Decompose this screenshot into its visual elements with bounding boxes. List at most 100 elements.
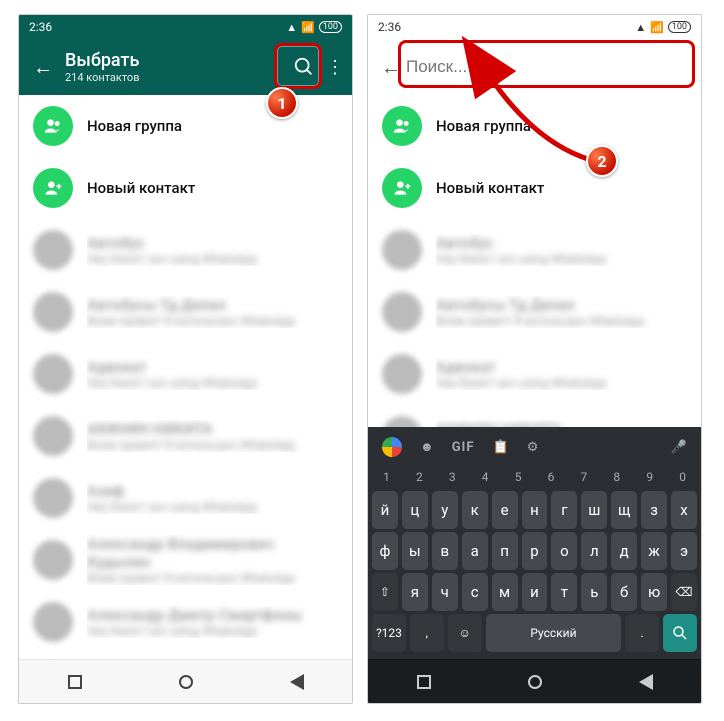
settings-icon[interactable]: ⚙: [527, 440, 539, 455]
key-letter[interactable]: в: [432, 532, 458, 570]
search-button[interactable]: [284, 47, 324, 87]
key-search[interactable]: [663, 614, 697, 652]
mic-icon[interactable]: 🎤: [671, 440, 687, 455]
key-letter[interactable]: а: [462, 532, 488, 570]
contact-row[interactable]: АдвокатHey there! I am using WhatsApp: [19, 343, 352, 405]
key-letter[interactable]: ш: [581, 491, 607, 529]
key-letter[interactable]: д: [611, 532, 637, 570]
key-letter[interactable]: л: [581, 532, 607, 570]
key-space[interactable]: Русский: [486, 614, 622, 652]
key-shift[interactable]: ⇧: [372, 573, 398, 611]
avatar: [33, 416, 73, 456]
row-subtitle: Всем привет! Я использую WhatsApp: [87, 438, 338, 452]
key-letter[interactable]: к: [462, 491, 488, 529]
key-letter[interactable]: й: [372, 491, 398, 529]
key-letter[interactable]: ч: [432, 573, 458, 611]
key-letter[interactable]: о: [551, 532, 577, 570]
contact-row[interactable]: АКИНИН НИКИТАВсем привет! Я использую Wh…: [19, 405, 352, 467]
key-letter[interactable]: ф: [372, 532, 398, 570]
contact-row[interactable]: Автобусы Тд ДепалВсем привет! Я использу…: [368, 281, 701, 343]
contact-row[interactable]: Александр Дмитр СмартфоныHey there! I am…: [19, 591, 352, 653]
row-subtitle: Hey there! I am using WhatsApp: [87, 500, 338, 514]
contact-row[interactable]: Автобусы Тд ДепалВсем привет! Я использу…: [19, 281, 352, 343]
avatar: [382, 292, 422, 332]
contact-row[interactable]: АзифHey there! I am using WhatsApp: [19, 467, 352, 529]
key-num[interactable]: 0: [668, 466, 697, 488]
nav-recent-icon[interactable]: [417, 675, 431, 689]
action-add-person[interactable]: Новый контакт: [368, 157, 701, 219]
keyboard[interactable]: ☻ GIF 📋 ⚙ 🎤 1234567890 йцукенгшщзх фывап…: [368, 427, 701, 659]
contact-row[interactable]: Александр Владимирович КудылинВсем приве…: [19, 529, 352, 591]
sticker-icon[interactable]: ☻: [420, 439, 434, 455]
key-num[interactable]: 5: [504, 466, 533, 488]
key-letter[interactable]: э: [671, 532, 697, 570]
row-title: Александр Дмитр Смартфоны: [87, 606, 338, 624]
key-symbols[interactable]: ?123: [372, 614, 406, 652]
key-letter[interactable]: н: [522, 491, 548, 529]
key-letter[interactable]: щ: [611, 491, 637, 529]
action-group[interactable]: Новая группа: [19, 95, 352, 157]
search-input[interactable]: [406, 57, 693, 77]
key-num[interactable]: 3: [438, 466, 467, 488]
key-backspace[interactable]: ⌫: [671, 573, 697, 611]
key-letter[interactable]: с: [462, 573, 488, 611]
key-num[interactable]: 4: [471, 466, 500, 488]
row-title: Новый контакт: [436, 179, 687, 197]
key-letter[interactable]: ы: [402, 532, 428, 570]
google-icon[interactable]: [382, 437, 402, 457]
key-letter[interactable]: п: [492, 532, 518, 570]
action-group[interactable]: Новая группа: [368, 95, 701, 157]
contact-row[interactable]: АКИНИН НИКИТАВсем привет! Я использую Wh…: [368, 405, 701, 427]
contact-row[interactable]: Александр Зеленский: [19, 653, 352, 659]
row-subtitle: Hey there! I am using WhatsApp: [87, 624, 338, 638]
more-icon[interactable]: ⋮: [324, 57, 346, 78]
status-bar: 2:36 ▲ 📶 100: [19, 15, 352, 39]
key-letter[interactable]: г: [551, 491, 577, 529]
signal-icon: 📶: [650, 21, 664, 34]
key-num[interactable]: 2: [405, 466, 434, 488]
key-num[interactable]: 8: [602, 466, 631, 488]
contact-row[interactable]: АдвокатHey there! I am using WhatsApp: [368, 343, 701, 405]
key-letter[interactable]: ю: [641, 573, 667, 611]
clipboard-icon[interactable]: 📋: [493, 440, 509, 455]
key-letter[interactable]: е: [492, 491, 518, 529]
key-num[interactable]: 6: [537, 466, 566, 488]
contact-row[interactable]: АвтобусHey there! I am using WhatsApp: [368, 219, 701, 281]
row-title: Автобусы Тд Депал: [87, 296, 338, 314]
nav-back-icon[interactable]: [290, 674, 304, 690]
key-period[interactable]: .: [625, 614, 659, 652]
contact-row[interactable]: АвтобусHey there! I am using WhatsApp: [19, 219, 352, 281]
key-letter[interactable]: у: [432, 491, 458, 529]
key-emoji[interactable]: ☺: [448, 614, 482, 652]
nav-home-icon[interactable]: [528, 675, 542, 689]
key-letter[interactable]: х: [671, 491, 697, 529]
nav-back-icon[interactable]: [639, 674, 653, 690]
back-icon[interactable]: ←: [29, 55, 57, 80]
status-time: 2:36: [378, 20, 401, 34]
nav-bar: [368, 659, 701, 703]
key-letter[interactable]: я: [402, 573, 428, 611]
key-letter[interactable]: и: [522, 573, 548, 611]
contact-list[interactable]: Новая группа Новый контакт АвтобусHey ther…: [368, 95, 701, 427]
action-add-person[interactable]: Новый контакт: [19, 157, 352, 219]
nav-recent-icon[interactable]: [68, 675, 82, 689]
contact-list[interactable]: Новая группаНовый контактАвтобусHey ther…: [19, 95, 352, 659]
nav-home-icon[interactable]: [179, 675, 193, 689]
key-num[interactable]: 1: [372, 466, 401, 488]
key-num[interactable]: 7: [569, 466, 598, 488]
key-letter[interactable]: ж: [641, 532, 667, 570]
group-icon: [382, 106, 422, 146]
key-letter[interactable]: з: [641, 491, 667, 529]
group-icon: [33, 106, 73, 146]
key-letter[interactable]: ц: [402, 491, 428, 529]
key-letter[interactable]: м: [492, 573, 518, 611]
add-person-icon: [382, 168, 422, 208]
key-letter[interactable]: р: [522, 532, 548, 570]
key-letter[interactable]: б: [611, 573, 637, 611]
key-num[interactable]: 9: [635, 466, 664, 488]
key-comma[interactable]: ,: [410, 614, 444, 652]
key-letter[interactable]: ь: [581, 573, 607, 611]
key-letter[interactable]: т: [551, 573, 577, 611]
back-icon[interactable]: ←: [376, 55, 406, 80]
gif-icon[interactable]: GIF: [452, 440, 475, 455]
